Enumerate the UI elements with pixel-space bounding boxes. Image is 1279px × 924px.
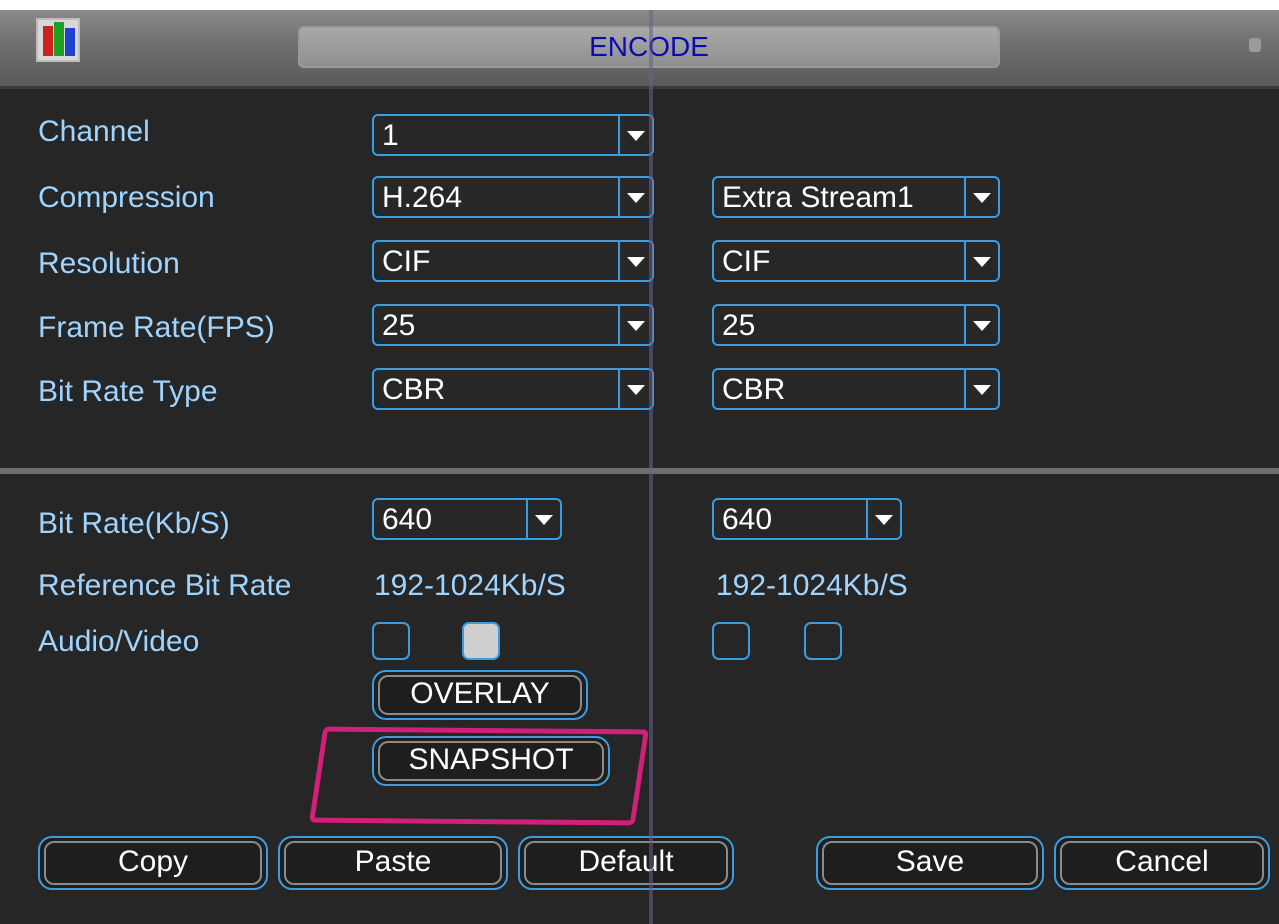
bit-rate-label: Bit Rate(Kb/S): [38, 507, 230, 540]
dropdown-separator: [964, 242, 966, 280]
channel-value: 1: [382, 119, 399, 152]
extra-reference-bit-rate-value: 192-1024Kb/S: [716, 569, 908, 602]
audio-video-label: Audio/Video: [38, 625, 200, 658]
copy-button-label: Copy: [117, 845, 189, 878]
compression-value: H.264: [382, 181, 463, 214]
overlay-button[interactable]: OVERLAY: [372, 670, 588, 720]
reference-bit-rate-label: Reference Bit Rate: [38, 569, 292, 602]
dropdown-separator: [964, 306, 966, 344]
main-audio-checkbox[interactable]: [372, 622, 410, 660]
extra-bit-rate-type-select[interactable]: CBR: [712, 368, 1000, 410]
extra-bit-rate-select[interactable]: 640: [712, 498, 902, 540]
bit-rate-select[interactable]: 640: [372, 498, 562, 540]
app-icon: [36, 18, 80, 62]
encode-dialog: ENCODE Channel Compression Resolution Fr…: [0, 10, 1279, 924]
resolution-value: CIF: [382, 245, 431, 278]
main-video-checkbox[interactable]: [462, 622, 500, 660]
chevron-down-icon: [875, 515, 893, 525]
extra-frame-rate-value: 25: [722, 309, 756, 342]
extra-bit-rate-type-value: CBR: [722, 373, 786, 406]
dropdown-separator: [866, 500, 868, 538]
dropdown-separator: [618, 116, 620, 154]
extra-resolution-select[interactable]: CIF: [712, 240, 1000, 282]
compression-select[interactable]: H.264: [372, 176, 654, 218]
titlebar-knob: [1249, 38, 1261, 52]
paste-button[interactable]: Paste: [278, 836, 508, 890]
default-button[interactable]: Default: [518, 836, 734, 890]
chevron-down-icon: [973, 257, 991, 267]
dropdown-separator: [618, 242, 620, 280]
chevron-down-icon: [627, 321, 645, 331]
copy-button[interactable]: Copy: [38, 836, 268, 890]
bit-rate-type-select[interactable]: CBR: [372, 368, 654, 410]
dropdown-separator: [618, 306, 620, 344]
chevron-down-icon: [973, 385, 991, 395]
reference-bit-rate-value: 192-1024Kb/S: [374, 569, 566, 602]
extra-bit-rate-value: 640: [722, 503, 773, 536]
chevron-down-icon: [627, 193, 645, 203]
extra-audio-checkbox[interactable]: [712, 622, 750, 660]
chevron-down-icon: [535, 515, 553, 525]
dropdown-separator: [964, 178, 966, 216]
dropdown-separator: [618, 370, 620, 408]
extra-resolution-value: CIF: [722, 245, 771, 278]
save-button-label: Save: [895, 845, 965, 878]
default-button-label: Default: [578, 845, 674, 878]
section-divider: [0, 468, 1279, 474]
cancel-button[interactable]: Cancel: [1054, 836, 1270, 890]
bit-rate-type-value: CBR: [382, 373, 446, 406]
dropdown-separator: [618, 178, 620, 216]
title-bar: ENCODE: [0, 10, 1279, 89]
extra-stream-value: Extra Stream1: [722, 181, 914, 214]
cursor-crosshair-line: [649, 10, 653, 924]
bit-rate-type-label: Bit Rate Type: [38, 375, 218, 408]
chevron-down-icon: [973, 193, 991, 203]
frame-rate-value: 25: [382, 309, 416, 342]
channel-select[interactable]: 1: [372, 114, 654, 156]
chevron-down-icon: [627, 385, 645, 395]
snapshot-highlight-annotation: [309, 726, 649, 826]
cancel-button-label: Cancel: [1115, 845, 1209, 878]
channel-label: Channel: [38, 115, 150, 148]
dropdown-separator: [526, 500, 528, 538]
paste-button-label: Paste: [354, 845, 432, 878]
extra-video-checkbox[interactable]: [804, 622, 842, 660]
dropdown-separator: [964, 370, 966, 408]
chevron-down-icon: [627, 257, 645, 267]
resolution-select[interactable]: CIF: [372, 240, 654, 282]
extra-frame-rate-select[interactable]: 25: [712, 304, 1000, 346]
bit-rate-value: 640: [382, 503, 433, 536]
chevron-down-icon: [973, 321, 991, 331]
overlay-button-label: OVERLAY: [410, 677, 550, 710]
resolution-label: Resolution: [38, 247, 180, 280]
compression-label: Compression: [38, 181, 215, 214]
save-button[interactable]: Save: [816, 836, 1044, 890]
frame-rate-select[interactable]: 25: [372, 304, 654, 346]
chevron-down-icon: [627, 131, 645, 141]
extra-stream-select[interactable]: Extra Stream1: [712, 176, 1000, 218]
frame-rate-label: Frame Rate(FPS): [38, 311, 275, 344]
